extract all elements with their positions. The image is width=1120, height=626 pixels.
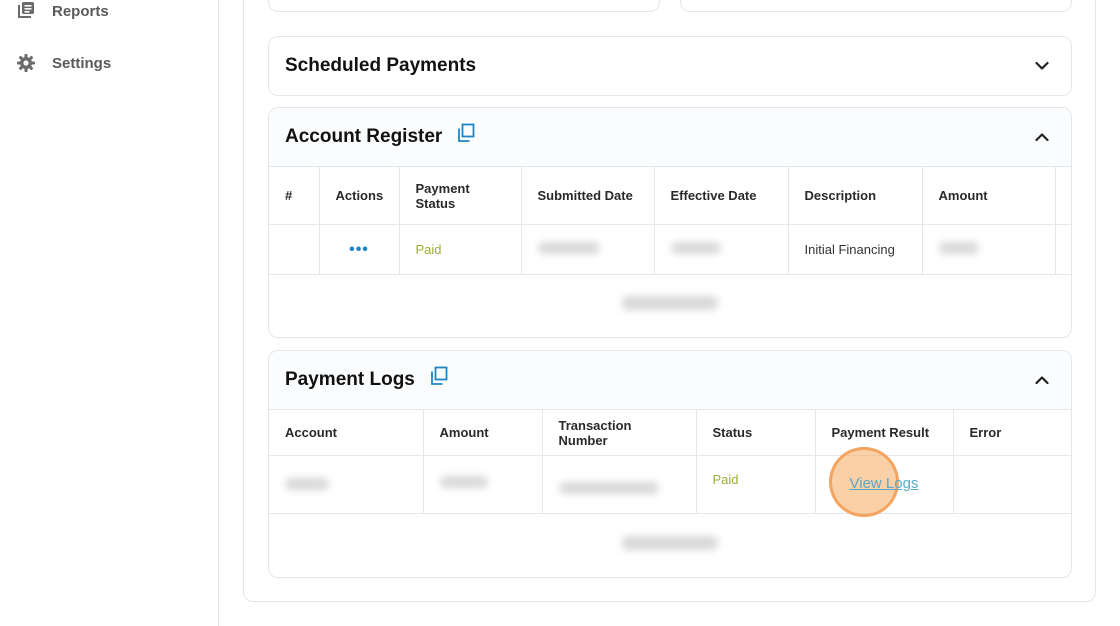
column-header: Error [953,409,1071,456]
column-header: Amount [423,409,543,456]
account-register-header[interactable]: Account Register [269,108,1071,166]
chevron-down-icon[interactable] [1035,61,1049,71]
sidebar-item-label: Settings [52,54,112,72]
amount [922,224,1056,275]
sidebar-item-settings[interactable]: Settings [16,53,111,73]
pagination [269,296,1071,310]
scheduled-payments-card: Scheduled Payments [268,36,1072,96]
card-title: Account Register [285,126,443,147]
account-register-card: Account Register # Actions Payment Statu… [268,107,1072,338]
actions-cell: ••• [319,224,400,275]
redacted-value [938,242,979,254]
redacted-value [670,242,721,254]
column-header: Account [269,409,424,456]
column-header: Transaction Number [542,409,697,456]
table-cell [1055,224,1071,275]
status: Paid [696,455,816,514]
sidebar-item-reports[interactable]: Reports [16,1,109,21]
description: Initial Financing [788,224,923,275]
amount [423,455,543,514]
chevron-up-icon[interactable] [1035,133,1049,142]
redacted-value [439,476,488,488]
copy-icon[interactable] [429,366,449,386]
pagination [269,536,1071,550]
column-header: Payment Status [399,166,522,225]
table-header-row: # Actions Payment Status Submitted Date … [269,166,1071,225]
summary-card [680,0,1072,12]
copy-icon[interactable] [456,123,476,143]
column-header: # [269,166,320,225]
card-title: Scheduled Payments [285,55,477,76]
account [269,455,424,514]
account-register-table: # Actions Payment Status Submitted Date … [269,166,1071,275]
card-title: Payment Logs [285,369,415,390]
error [953,455,1071,514]
redacted-pagination [622,296,718,310]
column-header: Payment Result [815,409,954,456]
column-header: Effective Date [654,166,789,225]
sidebar: Reports Settings [0,0,219,626]
submitted-date [521,224,655,275]
redacted-pagination [622,536,718,550]
redacted-value [558,482,659,494]
column-header: Description [788,166,923,225]
sidebar-item-label: Reports [52,2,109,20]
transaction-number [542,455,697,514]
payment-logs-table: Account Amount Transaction Number Status… [269,409,1071,514]
column-header [1055,166,1071,225]
table-row: Paid View Logs [269,455,1071,514]
redacted-value [285,478,329,490]
summary-card [268,0,660,12]
gear-icon [16,53,36,73]
reports-icon [16,1,36,21]
effective-date [654,224,789,275]
table-row: ••• Paid Initial Financing [269,224,1071,275]
payment-logs-card: Payment Logs Account Amount Transaction … [268,350,1072,578]
more-actions-icon[interactable]: ••• [349,241,369,258]
payment-status: Paid [399,224,522,275]
view-logs-link[interactable]: View Logs [850,475,919,492]
table-header-row: Account Amount Transaction Number Status… [269,409,1071,456]
redacted-value [537,242,600,254]
scheduled-payments-header[interactable]: Scheduled Payments [269,37,1071,95]
payment-logs-header[interactable]: Payment Logs [269,351,1071,409]
column-header: Amount [922,166,1056,225]
row-number [269,224,320,275]
column-header: Actions [319,166,400,225]
chevron-up-icon[interactable] [1035,376,1049,385]
column-header: Submitted Date [521,166,655,225]
column-header: Status [696,409,816,456]
